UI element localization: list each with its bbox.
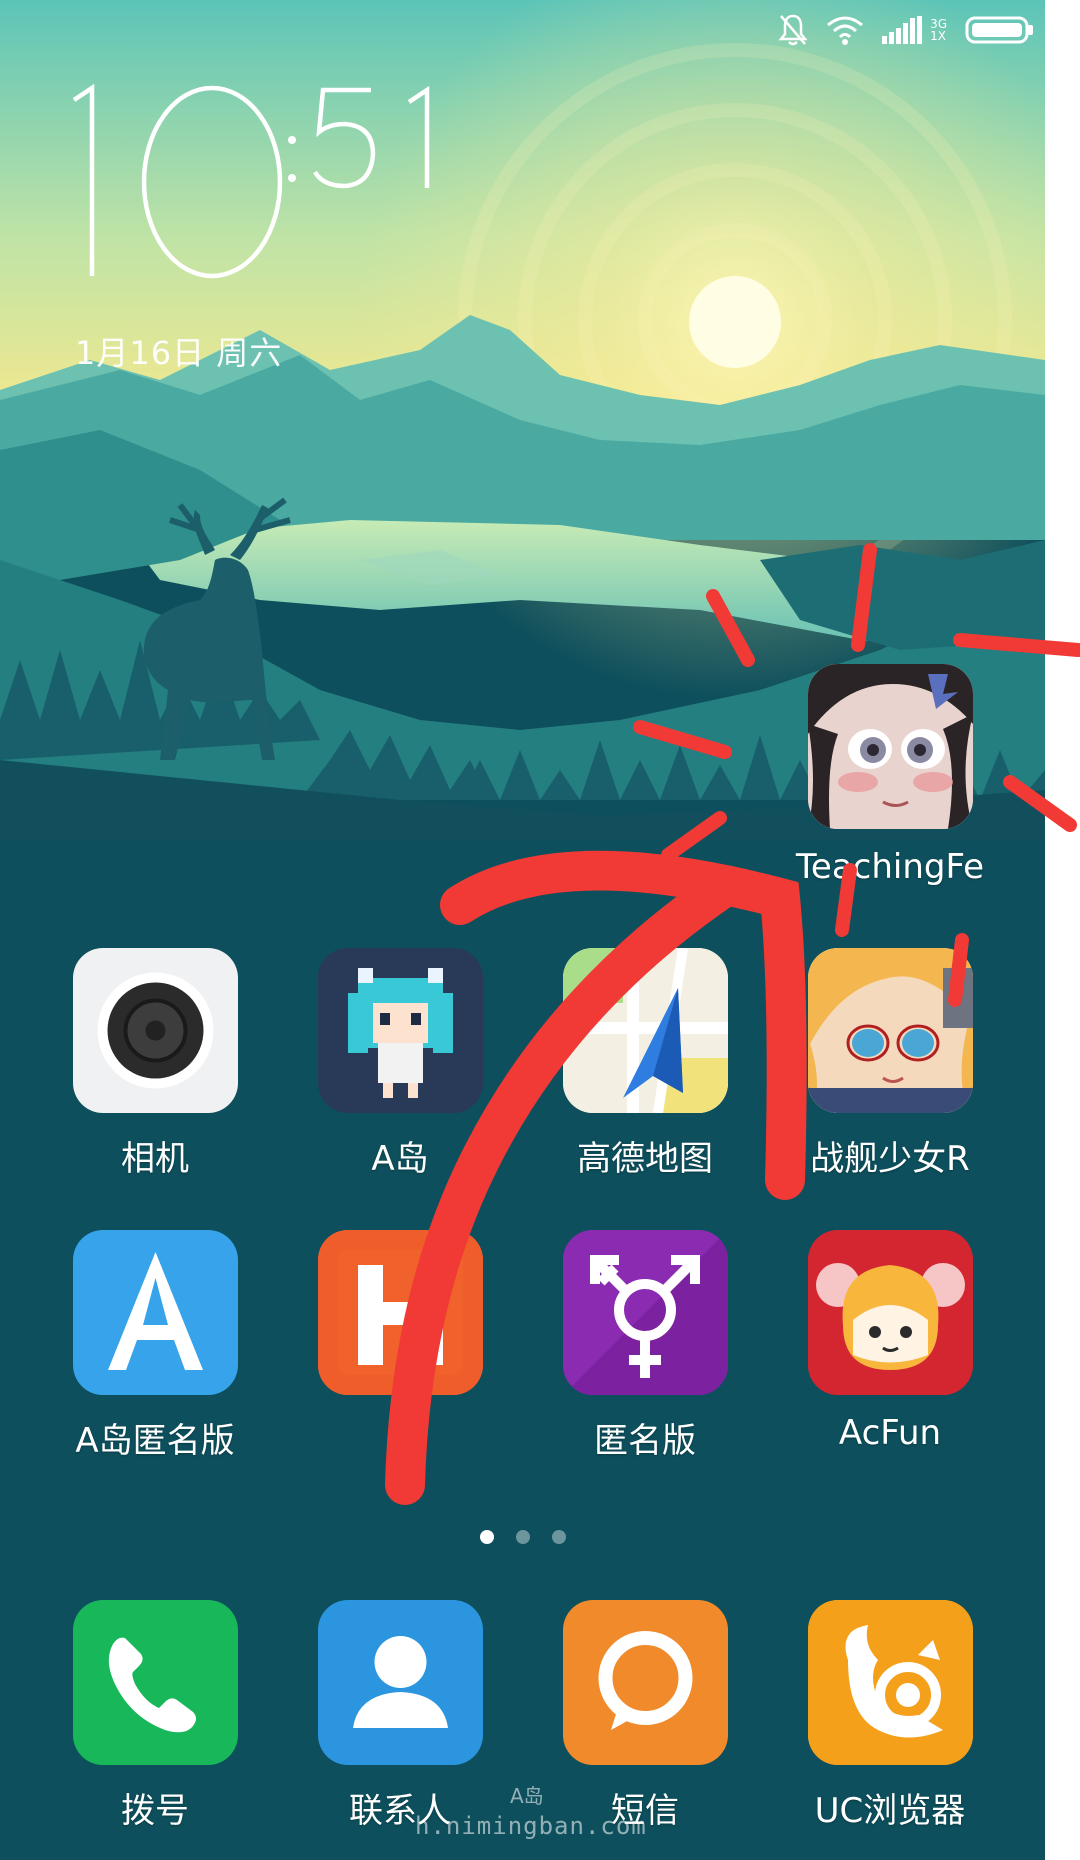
clock-minutes bbox=[313, 85, 430, 189]
network-type-label: 3G 1X bbox=[930, 18, 947, 42]
wifi-icon bbox=[827, 16, 864, 45]
app-h[interactable]: A bbox=[295, 1230, 505, 1453]
app-camera[interactable]: 相机 bbox=[50, 948, 260, 1180]
watermark-brand: A岛 bbox=[510, 1784, 544, 1808]
dock-app-messages[interactable]: 短信 bbox=[540, 1600, 750, 1832]
app-label: A岛 bbox=[371, 1139, 429, 1179]
watermark-url: h.nimingban.com bbox=[415, 1812, 647, 1840]
anime-girl-icon bbox=[807, 664, 973, 829]
app-acfun[interactable]: AcFun bbox=[785, 1230, 995, 1453]
phone-icon bbox=[72, 1600, 238, 1765]
acfun-mascot-icon bbox=[807, 1230, 973, 1395]
app-amap[interactable]: 高德地图 bbox=[540, 948, 750, 1180]
app-label: 高德地图 bbox=[577, 1139, 713, 1179]
screen: 3G 1X 10 1月16日 周六 bbox=[0, 0, 1080, 1860]
app-label: AcFun bbox=[838, 1413, 942, 1453]
app-label: UC浏览器 bbox=[814, 1791, 966, 1831]
pixel-girl-icon bbox=[317, 948, 483, 1113]
dock-app-dialer[interactable]: 拨号 bbox=[50, 1600, 260, 1832]
map-icon bbox=[562, 948, 728, 1113]
message-bubble-icon bbox=[562, 1600, 728, 1765]
uc-squirrel-icon bbox=[807, 1600, 973, 1765]
clock-date: 1月16日 周六 bbox=[75, 334, 283, 372]
app-label: TeachingFe bbox=[795, 847, 985, 887]
letter-a-icon bbox=[72, 1230, 238, 1395]
page-dot-1[interactable] bbox=[479, 1530, 494, 1544]
page-indicator[interactable] bbox=[0, 1530, 1045, 1544]
screenshot-margin bbox=[1045, 0, 1080, 1860]
app-a-island[interactable]: A岛 bbox=[295, 948, 505, 1180]
app-label: 相机 bbox=[121, 1139, 189, 1179]
contacts-icon bbox=[317, 1600, 483, 1765]
app-label: 战舰少女R bbox=[810, 1139, 970, 1179]
camera-icon bbox=[72, 948, 238, 1113]
app-label: A岛匿名版 bbox=[75, 1421, 235, 1461]
clock-hours: 10 bbox=[62, 70, 305, 290]
home-screen: 3G 1X 10 1月16日 周六 bbox=[0, 0, 1045, 1860]
app-label: 匿名版 bbox=[594, 1421, 696, 1461]
app-a-island-anonymous[interactable]: A岛匿名版 bbox=[50, 1230, 260, 1462]
dock-app-uc-browser[interactable]: UC浏览器 bbox=[785, 1600, 995, 1832]
app-warship-girls-r[interactable]: 战舰少女R bbox=[785, 948, 995, 1180]
sun bbox=[689, 276, 781, 368]
transgender-symbol-icon bbox=[562, 1230, 728, 1395]
status-bar: 3G 1X bbox=[778, 8, 1035, 52]
mute-bell-icon bbox=[778, 14, 808, 46]
app-label: A bbox=[388, 1413, 412, 1453]
network-1x: 1X bbox=[930, 29, 946, 43]
page-dot-3[interactable] bbox=[551, 1530, 566, 1544]
battery-icon bbox=[965, 16, 1033, 44]
dock-app-contacts[interactable]: 联系人 bbox=[295, 1600, 505, 1832]
signal-bars-icon bbox=[882, 16, 923, 44]
app-anonymous[interactable]: 匿名版 bbox=[540, 1230, 750, 1462]
page-dot-2[interactable] bbox=[515, 1530, 530, 1544]
letter-h-icon bbox=[317, 1230, 483, 1395]
anime-blonde-girl-icon bbox=[807, 948, 973, 1113]
app-teachingfe[interactable]: TeachingFe bbox=[785, 664, 995, 887]
app-label: 拨号 bbox=[121, 1791, 189, 1831]
